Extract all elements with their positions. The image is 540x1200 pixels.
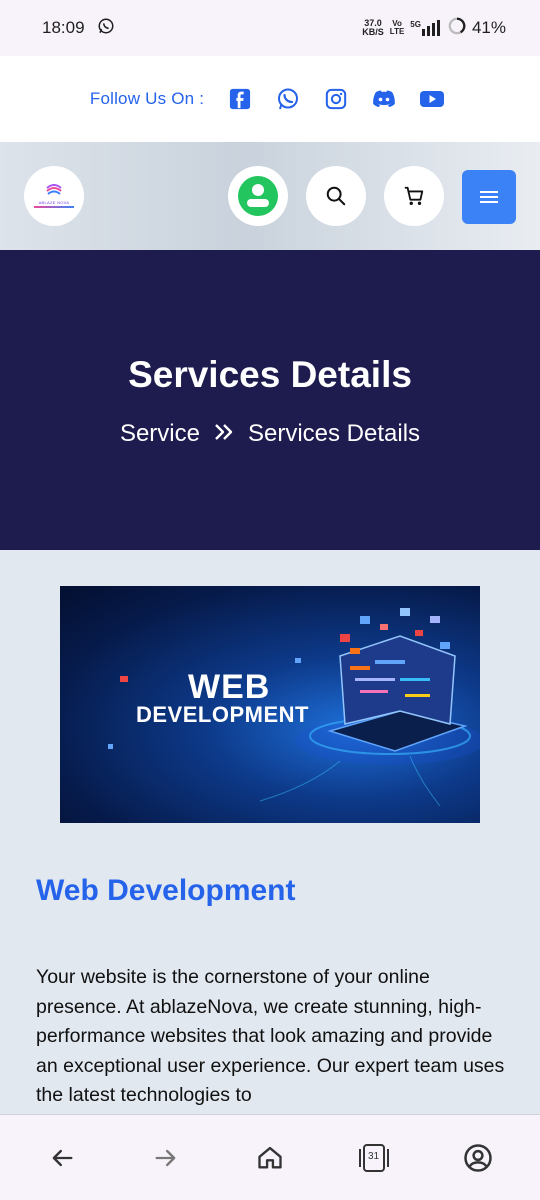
search-button[interactable] [306,166,366,226]
back-button[interactable] [37,1133,87,1183]
discord-icon[interactable] [369,84,399,114]
logo-text: ABLAZE NOVA [38,200,70,205]
tab-count: 31 [368,1150,380,1162]
breadcrumb-current: Services Details [247,420,421,447]
service-banner-image: WEB DEVELOPMENT [60,586,480,823]
breadcrumb-link-service[interactable]: Service [120,420,200,448]
hamburger-icon [480,191,498,203]
account-icon [464,1143,492,1172]
account-button[interactable] [453,1133,503,1183]
search-icon [326,186,346,206]
cart-icon [404,186,424,205]
service-title: Web Development [36,874,296,907]
home-icon [258,1146,282,1168]
logo-underline [34,206,74,208]
signal-icon: 5G [410,20,442,36]
battery-icon [448,17,466,40]
arrow-right-icon [155,1149,176,1166]
battery-percent: 41% [471,18,506,37]
breadcrumb-separator-icon [214,420,234,448]
service-description: Your website is the cornerstone of your … [36,966,505,1106]
banner-heading-line2: DEVELOPMENT [136,702,309,727]
header-nav: ABLAZE NOVA [0,142,540,250]
tabs-button[interactable]: 31 [349,1133,399,1183]
page-title: Services Details [128,354,412,395]
breadcrumb: Service Services Details [0,420,540,448]
logo-mark-icon [46,184,62,195]
whatsapp-icon[interactable] [273,84,303,114]
page-hero: Services Details Service Services Detail… [0,250,540,550]
status-bar: 18:09 37.0 KB/S Vo LTE 5G 41% [0,0,540,56]
home-button[interactable] [245,1133,295,1183]
menu-button[interactable] [462,170,516,224]
profile-button[interactable] [228,166,288,226]
cart-button[interactable] [384,166,444,226]
status-time: 18:09 [42,18,85,37]
arrow-left-icon [52,1149,73,1166]
youtube-icon[interactable] [417,84,447,114]
forward-button[interactable] [141,1133,191,1183]
instagram-icon[interactable] [321,84,351,114]
volte-indicator: Vo LTE [389,19,405,36]
user-icon [238,176,278,216]
follow-bar: Follow Us On : [0,56,540,142]
follow-label: Follow Us On : [89,89,205,108]
facebook-icon[interactable] [225,84,255,114]
site-logo[interactable]: ABLAZE NOVA [24,166,84,226]
whatsapp-notification-icon [97,17,115,40]
browser-bottom-nav: 31 [0,1114,540,1200]
net-speed: 37.0 KB/S [362,18,384,37]
